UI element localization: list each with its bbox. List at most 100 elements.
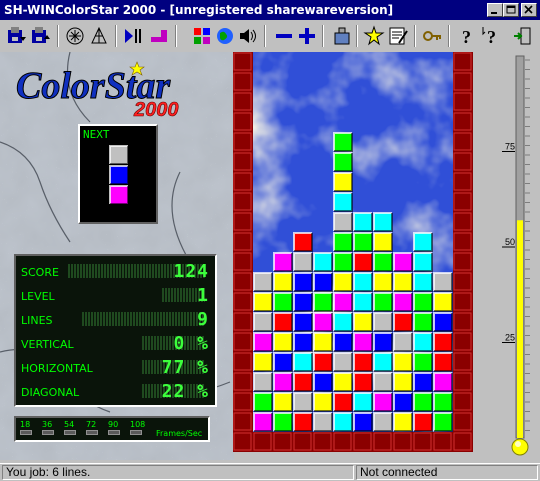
board-block [433, 372, 453, 392]
piece-button[interactable] [147, 24, 171, 48]
board-block [313, 332, 333, 352]
fps-option[interactable] [42, 430, 54, 435]
status-connection: Not connected [356, 465, 538, 480]
board-block [313, 352, 333, 372]
save-game-button[interactable] [29, 24, 53, 48]
key-icon [423, 31, 441, 41]
increase-button[interactable] [295, 24, 319, 48]
board-block [433, 332, 453, 352]
minimize-button[interactable] [487, 3, 503, 17]
edit-icon [389, 27, 408, 45]
decrease-button[interactable] [272, 24, 296, 48]
fps-value: 36 [42, 420, 53, 429]
board-block [373, 232, 393, 252]
fps-option[interactable] [130, 430, 142, 435]
minimize-icon [491, 12, 497, 14]
globe-icon [217, 28, 233, 44]
board-block [413, 252, 433, 272]
globe-button[interactable] [213, 24, 237, 48]
stat-row-lines: LINES 9 [16, 309, 215, 330]
board-block [373, 372, 393, 392]
title-bar[interactable]: SH-WINColorStar 2000 - [unregistered sha… [0, 0, 540, 20]
next-block [109, 145, 129, 165]
stat-label: LEVEL [21, 290, 55, 303]
board-block [273, 392, 293, 412]
board-block [333, 372, 353, 392]
board-block [393, 412, 413, 432]
board-block [353, 412, 373, 432]
context-help-button[interactable]: ? [480, 24, 504, 48]
next-block [109, 185, 129, 205]
star-button[interactable] [362, 24, 386, 48]
toolbar: ? ? [0, 20, 540, 52]
status-job: You job: 6 lines. [2, 465, 354, 480]
stat-row-diagonal: DIAGONAL 22 % [16, 381, 215, 402]
board-block [333, 232, 353, 252]
help-button[interactable]: ? [455, 24, 479, 48]
meter-tick-label: 25 [505, 333, 515, 343]
board-block [413, 272, 433, 292]
board-svg [233, 52, 473, 452]
board-block [313, 412, 333, 432]
board-block [293, 332, 313, 352]
board-block [333, 212, 353, 232]
board-block [353, 312, 373, 332]
board-block [373, 272, 393, 292]
sound-button[interactable] [236, 24, 260, 48]
next-block [109, 165, 129, 185]
key-button[interactable] [420, 24, 444, 48]
network-button[interactable] [87, 24, 111, 48]
board-block [253, 372, 273, 392]
stat-value: 77 % [161, 357, 209, 378]
board-block [353, 272, 373, 292]
board-block [433, 412, 453, 432]
board-block [353, 212, 373, 232]
board-block [353, 232, 373, 252]
app-window: SH-WINColorStar 2000 - [unregistered sha… [0, 0, 540, 481]
level-meter: 75 50 25 [500, 52, 540, 462]
fps-option[interactable] [64, 430, 76, 435]
svg-text:?: ? [462, 27, 471, 47]
stat-row-horizontal: HORIZONTAL 77 % [16, 357, 215, 378]
options-button[interactable] [63, 24, 87, 48]
board-block [313, 392, 333, 412]
fps-option[interactable] [108, 430, 120, 435]
help-icon: ? [462, 27, 471, 47]
board-block [353, 392, 373, 412]
board-block [273, 352, 293, 372]
board-block [293, 352, 313, 372]
maximize-button[interactable] [503, 3, 519, 17]
highscore-button[interactable] [330, 24, 354, 48]
edit-button[interactable] [386, 24, 410, 48]
board-block [313, 372, 333, 392]
meter-fill [517, 220, 523, 438]
fps-selector[interactable]: Frames/Sec 18 36 54 72 90 108 [14, 416, 210, 442]
meter-tick-label: 75 [505, 142, 515, 152]
board-block [373, 252, 393, 272]
board-block [353, 252, 373, 272]
game-board[interactable] [233, 52, 473, 452]
grid-button[interactable] [190, 24, 214, 48]
board-block [273, 372, 293, 392]
board-block [333, 252, 353, 272]
board-block [313, 312, 333, 332]
stat-value: 22 % [161, 381, 209, 402]
fps-option[interactable] [20, 430, 32, 435]
board-block [433, 292, 453, 312]
play-pause-button[interactable] [121, 24, 145, 48]
exit-button[interactable] [510, 24, 534, 48]
fps-value: 72 [86, 420, 97, 429]
board-block [433, 392, 453, 412]
stat-row-vertical: VERTICAL 0 % [16, 333, 215, 354]
context-help-icon: ? [482, 27, 496, 47]
board-block [333, 272, 353, 292]
board-block [253, 392, 273, 412]
next-piece [109, 145, 129, 205]
board-block [293, 392, 313, 412]
fps-value: 54 [64, 420, 75, 429]
board-block [293, 372, 313, 392]
fps-option[interactable] [86, 430, 98, 435]
board-block [393, 352, 413, 372]
open-game-button[interactable] [5, 24, 29, 48]
close-button[interactable] [521, 3, 537, 17]
